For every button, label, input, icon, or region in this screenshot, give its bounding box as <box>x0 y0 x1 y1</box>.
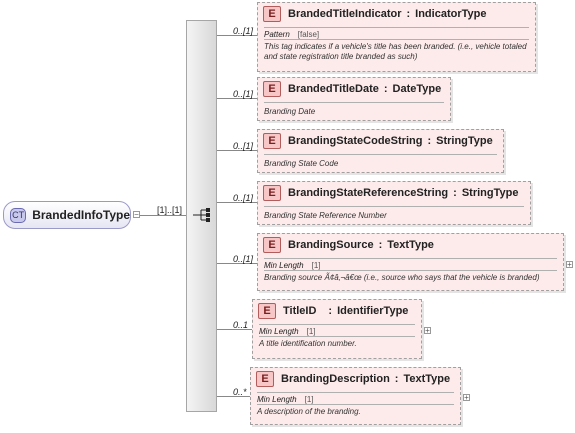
facet-label: Pattern <box>264 30 290 39</box>
type-separator: : <box>328 305 333 317</box>
type-separator: : <box>378 239 383 251</box>
element-node[interactable]: E BrandedTitleIndicator : IndicatorType … <box>257 2 536 72</box>
element-name: BrandedTitleDate <box>288 83 379 95</box>
facet-row: Pattern [false] <box>258 28 535 39</box>
element-node[interactable]: E BrandingStateCodeString : StringType B… <box>257 129 504 173</box>
element-documentation: Branding State Code <box>264 159 339 168</box>
facet-label: Min Length <box>257 395 297 404</box>
element-node[interactable]: E BrandedTitleDate : DateType Branding D… <box>257 77 451 121</box>
element-node[interactable]: E BrandingSource : TextType Min Length [1… <box>257 233 564 291</box>
element-documentation: Branding State Reference Number <box>264 211 387 220</box>
cardinality-label: 0..[1] <box>233 26 254 36</box>
cardinality-label: 0..1 <box>233 320 249 330</box>
expand-toggle[interactable]: + <box>566 261 573 269</box>
element-badge: E <box>263 81 281 97</box>
type-separator: : <box>394 373 399 385</box>
element-documentation: A title identification number. <box>259 336 415 349</box>
cardinality-label: 0..* <box>233 387 247 397</box>
element-type: TextType <box>387 239 434 251</box>
facet-value: [1] <box>311 261 321 270</box>
cardinality-label: 0..[1] <box>233 89 254 99</box>
facet-label: Min Length <box>259 327 299 336</box>
complex-type-name: BrandedInfoType <box>32 208 130 222</box>
element-badge: E <box>256 371 274 387</box>
element-type: TextType <box>403 373 451 385</box>
complex-type-collapse-toggle[interactable]: − <box>133 211 140 219</box>
expand-toggle[interactable]: + <box>424 327 431 335</box>
element-documentation: A description of the branding. <box>257 404 454 417</box>
element-name: BrandingStateReferenceString <box>288 187 449 199</box>
element-name: BrandingSource <box>288 239 374 251</box>
element-type: IndicatorType <box>415 8 487 20</box>
element-name: BrandingDescription <box>281 373 390 385</box>
type-separator: : <box>453 187 457 199</box>
element-type: IdentifierType <box>337 305 409 317</box>
element-type: StringType <box>436 135 493 147</box>
element-node[interactable]: E TitleID : IdentifierType Min Length [1]… <box>252 299 422 359</box>
complex-type-badge: CT <box>10 207 27 223</box>
element-node[interactable]: E BrandingStateReferenceString : StringT… <box>257 181 531 225</box>
sequence-cardinality: [1]..[1] <box>157 205 183 215</box>
facet-row: Min Length [1] <box>253 325 421 336</box>
element-type: DateType <box>392 83 442 95</box>
cardinality-label: 0..[1] <box>233 141 254 151</box>
element-name: BrandingStateCodeString <box>288 135 423 147</box>
sequence-icon <box>193 208 210 222</box>
element-badge: E <box>258 303 276 319</box>
type-separator: : <box>406 8 411 20</box>
cardinality-label: 0..[1] <box>233 254 254 264</box>
element-badge: E <box>263 185 281 201</box>
facet-value: [1] <box>306 327 316 336</box>
element-badge: E <box>263 133 281 149</box>
element-badge: E <box>263 6 281 22</box>
facet-label: Min Length <box>264 261 304 270</box>
type-separator: : <box>383 83 388 95</box>
facet-row: Min Length [1] <box>258 259 563 270</box>
cardinality-label: 0..[1] <box>233 193 254 203</box>
type-separator: : <box>427 135 432 147</box>
sequence-compositor[interactable] <box>186 20 217 412</box>
element-documentation: Branding Date <box>264 107 316 116</box>
facet-row: Min Length [1] <box>251 393 460 404</box>
connector-line <box>140 215 186 216</box>
expand-toggle[interactable]: + <box>463 394 470 402</box>
element-name: TitleID <box>283 305 317 317</box>
element-name: BrandedTitleIndicator <box>288 8 402 20</box>
element-documentation: Branding source Ã¢â‚¬â€œ (i.e., source w… <box>264 270 557 283</box>
facet-value: [1] <box>304 395 314 404</box>
facet-value: [false] <box>297 30 320 39</box>
complex-type-node[interactable]: CT BrandedInfoType <box>3 201 131 229</box>
element-type: StringType <box>461 187 519 199</box>
element-documentation: This tag indicates if a vehicle's title … <box>264 39 529 62</box>
element-badge: E <box>263 237 281 253</box>
element-node[interactable]: E BrandingDescription : TextType Min Len… <box>250 367 461 425</box>
